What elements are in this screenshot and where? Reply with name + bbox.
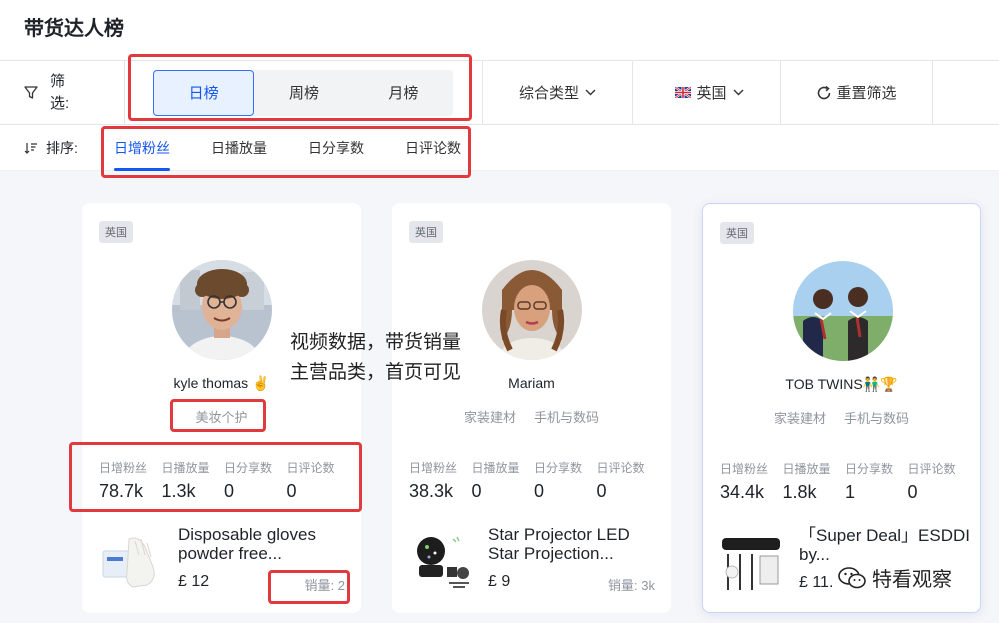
sort-tab-daily-plays[interactable]: 日播放量 — [211, 125, 267, 171]
watermark-text: 特看观察 — [872, 569, 952, 591]
sort-tab-daily-shares[interactable]: 日分享数 — [308, 125, 364, 171]
stat-value-shares: 1 — [845, 482, 856, 502]
watermark: 特看观察 — [838, 563, 952, 592]
avatar[interactable] — [793, 261, 893, 361]
product-price: £ 9 — [488, 573, 511, 590]
annotation-text: 视频数据，带货销量 主营品类，首页可见 — [290, 328, 461, 388]
period-week[interactable]: 周榜 — [254, 70, 353, 116]
chevron-down-icon — [585, 89, 596, 96]
sort-label: 排序: — [46, 139, 78, 156]
annotation-line-2: 主营品类，首页可见 — [290, 362, 462, 383]
country-badge: 英国 — [720, 222, 754, 244]
reset-filter-button[interactable]: 重置筛选 — [781, 61, 933, 124]
stat-label: 日增粉丝 — [99, 461, 148, 475]
stat-label: 日分享数 — [534, 461, 583, 475]
category-tag: 家装建材 — [773, 411, 826, 426]
product-title[interactable]: Disposable gloves powder free... — [178, 525, 353, 563]
wechat-icon — [838, 566, 866, 588]
creator-card[interactable]: 英国 Mariam 家装建材 手机与数码 日增粉丝 38.3k 日播放量 0 日分享数… — [392, 203, 671, 613]
product-title[interactable]: 「Super Deal」ESDDI by... — [799, 526, 974, 564]
annotation-line-1: 视频数据，带货销量 — [290, 332, 462, 353]
stat-label: 日播放量 — [161, 461, 210, 475]
stat-label: 日评论数 — [596, 461, 645, 475]
chevron-down-icon — [733, 89, 743, 96]
stat-label: 日评论数 — [286, 461, 335, 475]
stat-value-shares: 0 — [224, 481, 235, 501]
product-price: £ 12 — [178, 573, 210, 590]
type-dropdown-label: 综合类型 — [518, 85, 579, 102]
stat-label: 日分享数 — [845, 462, 894, 476]
stat-value-followers: 78.7k — [99, 481, 144, 501]
avatar[interactable] — [172, 260, 272, 360]
stats-row: 日增粉丝 34.4k 日播放量 1.8k 日分享数 1 日评论数 0 — [720, 460, 970, 503]
stats-row: 日增粉丝 78.7k 日播放量 1.3k 日分享数 0 日评论数 0 — [99, 459, 349, 502]
stat-value-comments: 0 — [907, 482, 918, 502]
stat-value-plays: 0 — [471, 481, 482, 501]
country-badge: 英国 — [409, 221, 443, 243]
sort-bar: 排序: 日增粉丝 日播放量 日分享数 日评论数 — [0, 125, 999, 171]
sort-tab-daily-followers[interactable]: 日增粉丝 — [114, 125, 170, 171]
filter-label-area: 筛选: — [0, 61, 125, 124]
sort-label-area: 排序: — [0, 138, 114, 158]
period-day[interactable]: 日榜 — [153, 69, 255, 116]
category-list: 家装建材 手机与数码 — [703, 408, 980, 427]
country-badge: 英国 — [99, 221, 133, 243]
product-image — [99, 531, 163, 593]
category-list: 家装建材 手机与数码 — [392, 407, 671, 426]
product-item[interactable]: Star Projector LED Star Projection... £ … — [409, 523, 659, 595]
period-selector: 日榜 周榜 月榜 — [125, 61, 483, 124]
stat-value-shares: 0 — [534, 481, 545, 501]
product-image — [720, 532, 784, 594]
stat-label: 日增粉丝 — [720, 462, 769, 476]
stat-value-followers: 38.3k — [409, 481, 454, 501]
product-sales: 销量: 3k — [608, 578, 655, 593]
creator-name[interactable]: TOB TWINS👬🏆 — [703, 376, 980, 393]
filter-label: 筛选: — [50, 72, 70, 112]
filter-icon — [24, 85, 38, 99]
period-month[interactable]: 月榜 — [354, 70, 453, 116]
stats-row: 日增粉丝 38.3k 日播放量 0 日分享数 0 日评论数 0 — [409, 459, 659, 502]
uk-flag-icon — [675, 87, 692, 98]
product-image — [409, 531, 473, 593]
category-tag: 手机与数码 — [534, 410, 600, 425]
category-tag: 家装建材 — [463, 410, 516, 425]
product-title[interactable]: Star Projector LED Star Projection... — [488, 525, 663, 563]
stat-label: 日播放量 — [782, 462, 831, 476]
country-dropdown-label: 英国 — [696, 85, 727, 102]
category-tag: 手机与数码 — [844, 411, 910, 426]
creator-card-list: 英国 kyle thomas ✌️ 美妆个护 日增粉丝 78.7k 日播放量 1… — [0, 171, 999, 623]
category-list: 美妆个护 — [82, 407, 361, 426]
creator-card[interactable]: 英国 kyle thomas ✌️ 美妆个护 日增粉丝 78.7k 日播放量 1… — [82, 203, 361, 613]
filter-bar: 筛选: 日榜 周榜 月榜 综合类型 英国 重置筛选 — [0, 60, 999, 125]
creator-card[interactable]: 英国 TOB TWINS👬🏆 家装建材 手机与数码 日增粉丝 34.4k 日播放量 1… — [702, 203, 981, 613]
reset-filter-label: 重置筛选 — [836, 85, 897, 102]
sort-tab-daily-comments[interactable]: 日评论数 — [405, 125, 461, 171]
stat-value-followers: 34.4k — [720, 482, 765, 502]
product-item[interactable]: Disposable gloves powder free... £ 12 销量… — [99, 523, 349, 595]
stat-value-comments: 0 — [596, 481, 607, 501]
stat-label: 日增粉丝 — [409, 461, 458, 475]
page-title: 带货达人榜 — [24, 18, 124, 40]
avatar[interactable] — [482, 260, 582, 360]
stat-label: 日分享数 — [224, 461, 273, 475]
category-tag: 美妆个护 — [195, 410, 248, 425]
type-dropdown[interactable]: 综合类型 — [483, 61, 633, 124]
period-segmented-control: 日榜 周榜 月榜 — [153, 69, 453, 116]
product-price: £ 11. — [799, 574, 834, 591]
product-sales: 销量: 2 — [304, 578, 345, 593]
stat-label: 日评论数 — [907, 462, 956, 476]
sort-icon — [24, 142, 37, 154]
stat-value-plays: 1.3k — [161, 481, 196, 501]
stat-value-comments: 0 — [286, 481, 297, 501]
refresh-icon — [818, 85, 831, 99]
stat-label: 日播放量 — [471, 461, 520, 475]
country-dropdown[interactable]: 英国 — [633, 61, 781, 124]
stat-value-plays: 1.8k — [782, 482, 817, 502]
